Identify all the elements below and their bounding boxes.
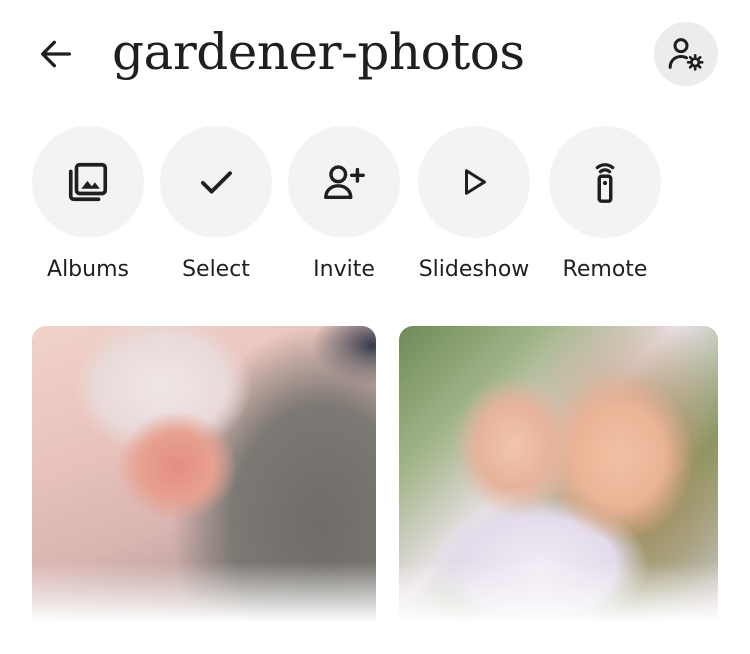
albums-icon — [68, 162, 108, 202]
invite-label: Invite — [313, 257, 375, 282]
check-icon — [200, 171, 232, 194]
person-gear-icon — [668, 38, 704, 71]
photo-grid — [0, 326, 750, 654]
albums-button-circle[interactable] — [32, 126, 144, 238]
select-button-circle[interactable] — [160, 126, 272, 238]
photo-mother-and-daughter-flowers[interactable] — [399, 326, 718, 622]
slideshow-button[interactable]: Slideshow — [418, 126, 530, 286]
photo-fade-overlay — [399, 562, 718, 622]
album-title: gardener-photos — [112, 23, 525, 81]
remote-icon — [595, 163, 615, 203]
slideshow-label: Slideshow — [418, 257, 530, 282]
albums-label: Albums — [47, 257, 129, 282]
person-add-icon — [324, 165, 365, 200]
select-label: Select — [182, 257, 250, 282]
select-button[interactable]: Select — [160, 126, 272, 286]
album-actions-bar: Albums Select Invite Slideshow Remote — [0, 126, 750, 296]
invite-button[interactable]: Invite — [288, 126, 400, 286]
photo-baby-in-winter-hat[interactable] — [32, 326, 376, 622]
app-header: gardener-photos — [0, 0, 750, 110]
play-icon — [465, 169, 486, 195]
invite-button-circle[interactable] — [288, 126, 400, 238]
photo-fade-overlay — [32, 562, 376, 622]
album-settings-button[interactable] — [654, 22, 718, 86]
back-button[interactable] — [30, 30, 82, 78]
remote-label: Remote — [562, 257, 648, 282]
remote-button[interactable]: Remote — [549, 126, 661, 286]
albums-button[interactable]: Albums — [32, 126, 144, 286]
slideshow-button-circle[interactable] — [418, 126, 530, 238]
remote-button-circle[interactable] — [549, 126, 661, 238]
arrow-left-icon — [41, 40, 72, 68]
